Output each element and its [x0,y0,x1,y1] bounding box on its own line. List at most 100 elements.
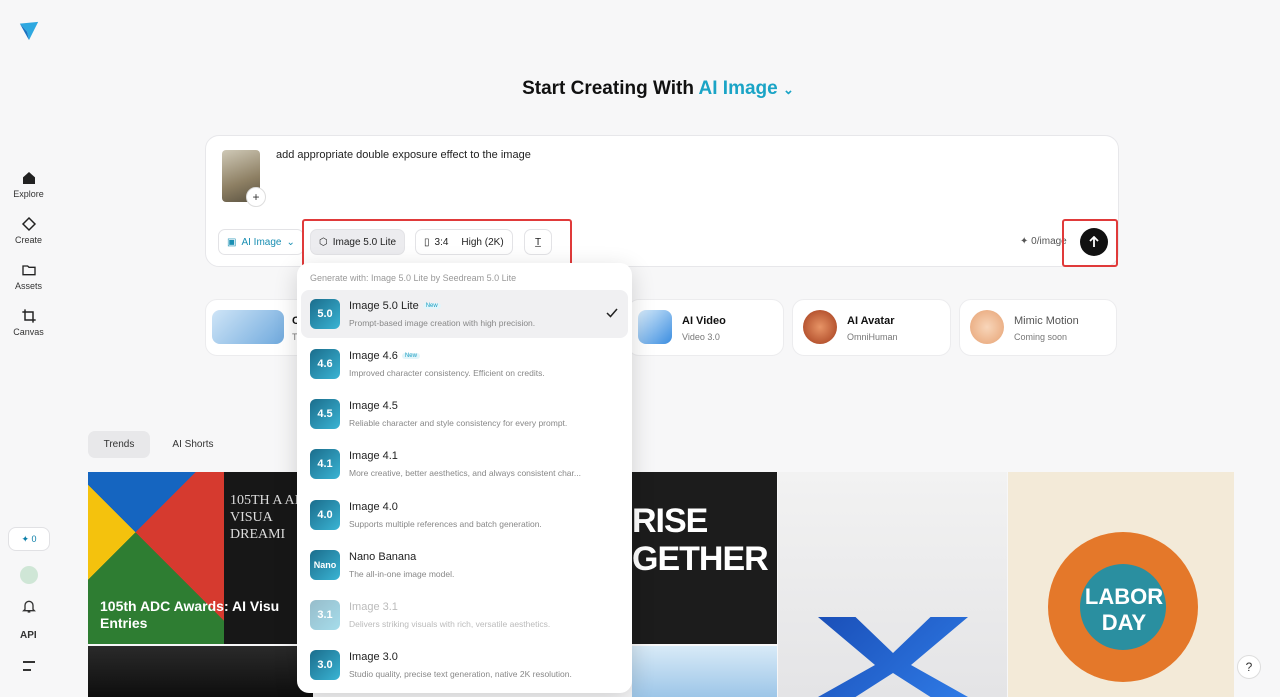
chevron-down-icon: ⌄ [286,236,295,248]
gallery-tile-confetti[interactable] [632,646,777,697]
rise-text: RISE GETHER [632,502,769,578]
mode-dropdown[interactable]: ▣ AI Image ⌄ [218,229,304,255]
poster-text: 105TH A AI VISUA DREAMI [230,493,300,542]
sidebar-item-canvas[interactable]: Canvas [0,308,57,354]
home-icon [22,172,35,184]
dropdown-header: Generate with: Image 5.0 Lite by Seedrea… [310,273,517,283]
sidebar-item-explore[interactable]: Explore [0,170,57,216]
model-description: The all-in-one image model. [349,569,455,579]
credits-button[interactable]: ✦ 0 [8,527,50,551]
sidebar-nav: Explore Create Assets Canvas [0,170,57,354]
prompt-input[interactable]: add appropriate double exposure effect t… [276,149,531,161]
avatar[interactable] [20,566,38,584]
model-name: Image 3.0 [349,651,398,663]
gallery-tile-labor-day[interactable]: LABOR DAY [1008,472,1234,697]
labor-day-text: LABOR DAY [1084,584,1164,635]
sidebar-item-label: Create [14,235,42,245]
ai-avatar-thumbnail [803,310,837,344]
gallery-tile-rise-together[interactable]: RISE GETHER [632,472,777,644]
credits-count: 0 [31,534,37,544]
model-icon: 5.0 [310,299,340,329]
model-option-image-4-0[interactable]: 4.0 Image 4.0 Supports multiple referenc… [301,491,628,539]
model-option-image-4-6[interactable]: 4.6 Image 4.6 New Improved character cons… [301,340,628,388]
feature-title: Mimic Motion [1014,315,1079,327]
new-badge: New [401,353,420,360]
feature-card-ai-avatar[interactable]: AI Avatar OmniHuman [792,299,951,356]
feature-sub: OmniHuman [847,332,898,342]
model-option-image-3-0[interactable]: 3.0 Image 3.0 Studio quality, precise te… [301,641,628,689]
model-name: Image 4.1 [349,450,398,462]
api-link[interactable]: API [20,630,37,641]
model-name: Image 4.6 New [349,350,420,362]
sidebar-item-label: Canvas [13,327,44,337]
tab-ai-shorts[interactable]: AI Shorts [160,431,226,458]
sparkle-icon: ✦ [21,533,29,544]
model-name-label: Image 4.6 [349,350,398,362]
image-icon: ▣ [227,236,237,248]
feature-sub: Video 3.0 [682,332,720,342]
mode-selector-label: AI Image [698,78,778,99]
bell-icon[interactable] [21,598,37,614]
model-name: Image 4.0 [349,501,398,513]
model-option-image-4-5[interactable]: 4.5 Image 4.5 Reliable character and sty… [301,390,628,438]
model-icon: 4.5 [310,399,340,429]
model-option-nano-banana[interactable]: Nano Nano Banana The all-in-one image mo… [301,541,628,589]
model-icon: 4.6 [310,349,340,379]
gallery-tile-x-logo[interactable] [778,472,1007,697]
model-description: Delivers striking visuals with rich, ver… [349,619,551,629]
model-option-image-5-0-lite[interactable]: 5.0 Image 5.0 Lite New Prompt-based image… [301,290,628,338]
model-option-image-4-1[interactable]: 4.1 Image 4.1 More creative, better aest… [301,440,628,488]
model-description: More creative, better aesthetics, and al… [349,468,581,478]
sidebar-item-assets[interactable]: Assets [0,262,57,308]
check-icon [606,308,618,318]
feature-sub: Coming soon [1014,332,1068,342]
title-prefix: Start Creating With [522,78,694,99]
sidebar-item-label: Assets [14,281,42,291]
diamond-icon [21,216,36,232]
feature-title: AI Video [682,315,726,327]
model-description: Improved character consistency. Efficien… [349,368,545,378]
app-logo-icon[interactable] [18,20,40,42]
sidebar-item-create[interactable]: Create [0,216,57,262]
model-name: Image 5.0 Lite New [349,300,441,312]
model-icon: 3.1 [310,600,340,630]
model-description: Studio quality, precise text generation,… [349,669,572,679]
model-name-label: Image 5.0 Lite [349,300,419,312]
model-description: Supports multiple references and batch g… [349,519,542,529]
price-label: ✦ 0/image [1020,236,1067,247]
sparkle-icon: ✦ [1020,236,1029,247]
model-icon: Nano [310,550,340,580]
menu-icon[interactable] [22,660,36,672]
feature-title: AI Avatar [847,315,895,327]
model-name: Image 4.5 [349,400,398,412]
question-icon: ? [1245,660,1253,674]
sidebar-item-label: Explore [13,189,44,199]
model-name: Nano Banana [349,551,417,563]
model-icon: 3.0 [310,650,340,680]
add-image-button[interactable]: + [246,187,266,207]
folder-icon [21,265,36,276]
model-option-image-3-1[interactable]: 3.1 Image 3.1 Delivers striking visuals … [301,591,628,639]
mode-selector[interactable]: AI Image ⌄ [699,78,794,99]
x-logo-shape [818,617,968,697]
mode-dropdown-label: AI Image [241,236,282,248]
highlight-box-settings [302,219,572,269]
plus-icon: + [252,190,260,204]
page-title: Start Creating With AI Image ⌄ [0,78,1280,100]
ai-video-thumbnail [638,310,672,344]
tab-trends[interactable]: Trends [88,431,150,458]
model-dropdown-menu: Generate with: Image 5.0 Lite by Seedrea… [297,263,632,693]
model-description: Reliable character and style consistency… [349,418,568,428]
gallery-tile-wings[interactable] [88,646,313,697]
feature-card-mimic-motion[interactable]: Mimic Motion Coming soon [959,299,1117,356]
help-button[interactable]: ? [1237,655,1261,679]
chevron-down-icon: ⌄ [783,82,794,97]
model-icon: 4.0 [310,500,340,530]
model-name: Image 3.1 [349,601,398,613]
new-badge: New [422,303,441,310]
model-icon: 4.1 [310,449,340,479]
pegasus-thumbnail [212,310,284,344]
model-description: Prompt-based image creation with high pr… [349,318,536,328]
highlight-box-send [1062,219,1118,267]
feature-card-ai-video[interactable]: AI Video Video 3.0 [627,299,784,356]
